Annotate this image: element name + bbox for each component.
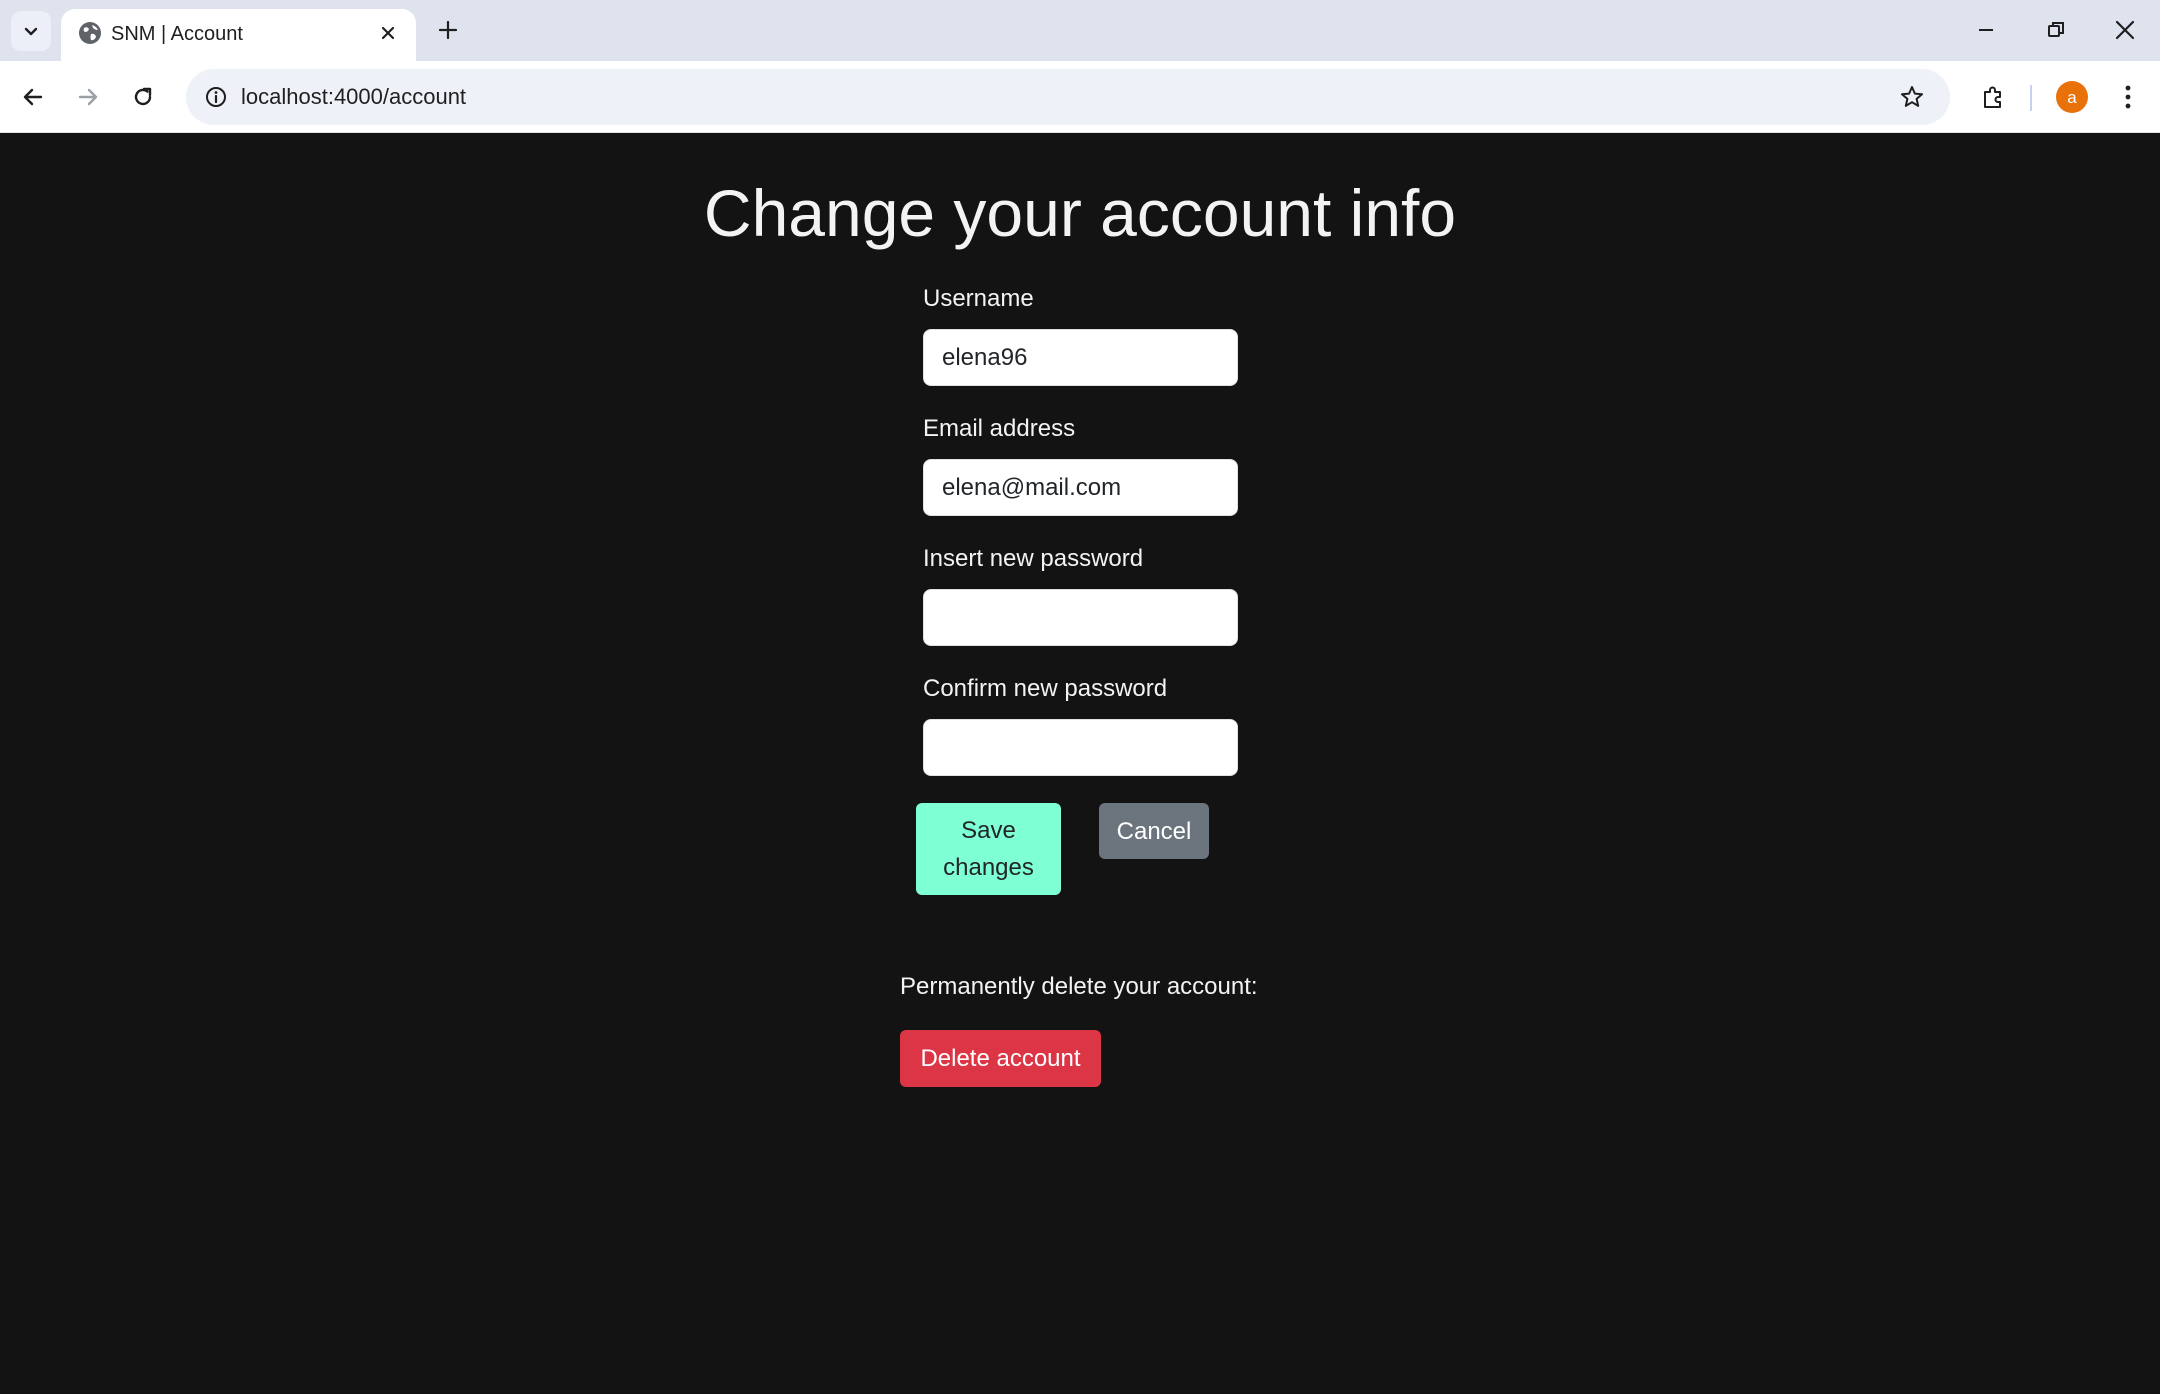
confirm-password-label: Confirm new password — [923, 675, 1168, 702]
tab-title: SNM | Account — [111, 23, 243, 45]
info-icon — [206, 87, 226, 107]
confirm-password-input[interactable] — [923, 719, 1238, 776]
minimize-icon — [1979, 29, 1993, 31]
extensions-icon — [1984, 86, 2001, 108]
tab-search-button[interactable] — [11, 11, 51, 51]
save-button-label-line1: Save — [961, 817, 1016, 844]
new-password-input[interactable] — [923, 589, 1238, 646]
page-title: Change your account info — [703, 176, 1457, 250]
forward-button[interactable] — [64, 73, 112, 121]
bookmark-button[interactable] — [1894, 79, 1930, 115]
back-button[interactable] — [9, 73, 57, 121]
tab-close-button[interactable] — [373, 18, 403, 48]
page-content: Change your account info Username Email … — [0, 133, 2160, 1394]
tab-strip: SNM | Account — [0, 0, 2160, 61]
extensions-button[interactable] — [1969, 73, 2017, 121]
username-input[interactable] — [923, 329, 1238, 386]
site-info-button[interactable] — [198, 79, 234, 115]
new-password-label: Insert new password — [923, 545, 1144, 572]
new-tab-button[interactable] — [430, 12, 466, 48]
minimize-button[interactable] — [1961, 8, 2011, 52]
browser-toolbar: localhost:4000/account a — [0, 61, 2160, 133]
plus-icon — [438, 20, 458, 40]
email-label: Email address — [923, 415, 1076, 442]
globe-icon — [79, 22, 101, 44]
toolbar-separator — [2030, 85, 2032, 111]
tab-search-icon — [24, 27, 38, 36]
restore-icon — [2048, 22, 2064, 37]
email-input[interactable] — [923, 459, 1238, 516]
forward-arrow-icon — [78, 88, 98, 106]
address-bar[interactable]: localhost:4000/account — [186, 69, 1950, 125]
reload-icon — [134, 87, 152, 106]
username-label: Username — [923, 285, 1034, 312]
delete-account-label: Permanently delete your account: — [900, 973, 1258, 1000]
kebab-menu-icon — [2125, 85, 2131, 109]
profile-avatar[interactable]: a — [2056, 81, 2088, 113]
star-icon — [1901, 86, 1923, 107]
active-tab[interactable]: SNM | Account — [61, 9, 416, 61]
close-icon — [381, 26, 395, 40]
url-text: localhost:4000/account — [241, 84, 467, 109]
window-close-button[interactable] — [2100, 8, 2150, 52]
back-arrow-icon — [23, 88, 43, 106]
cancel-button[interactable]: Cancel — [1099, 803, 1209, 859]
save-button-label-line2: changes — [943, 854, 1034, 881]
save-changes-button[interactable]: Save changes — [916, 803, 1061, 895]
delete-account-button[interactable]: Delete account — [900, 1030, 1101, 1087]
reload-button[interactable] — [119, 73, 167, 121]
browser-menu-button[interactable] — [2108, 73, 2148, 121]
close-icon — [2115, 20, 2135, 40]
restore-button[interactable] — [2031, 8, 2081, 52]
